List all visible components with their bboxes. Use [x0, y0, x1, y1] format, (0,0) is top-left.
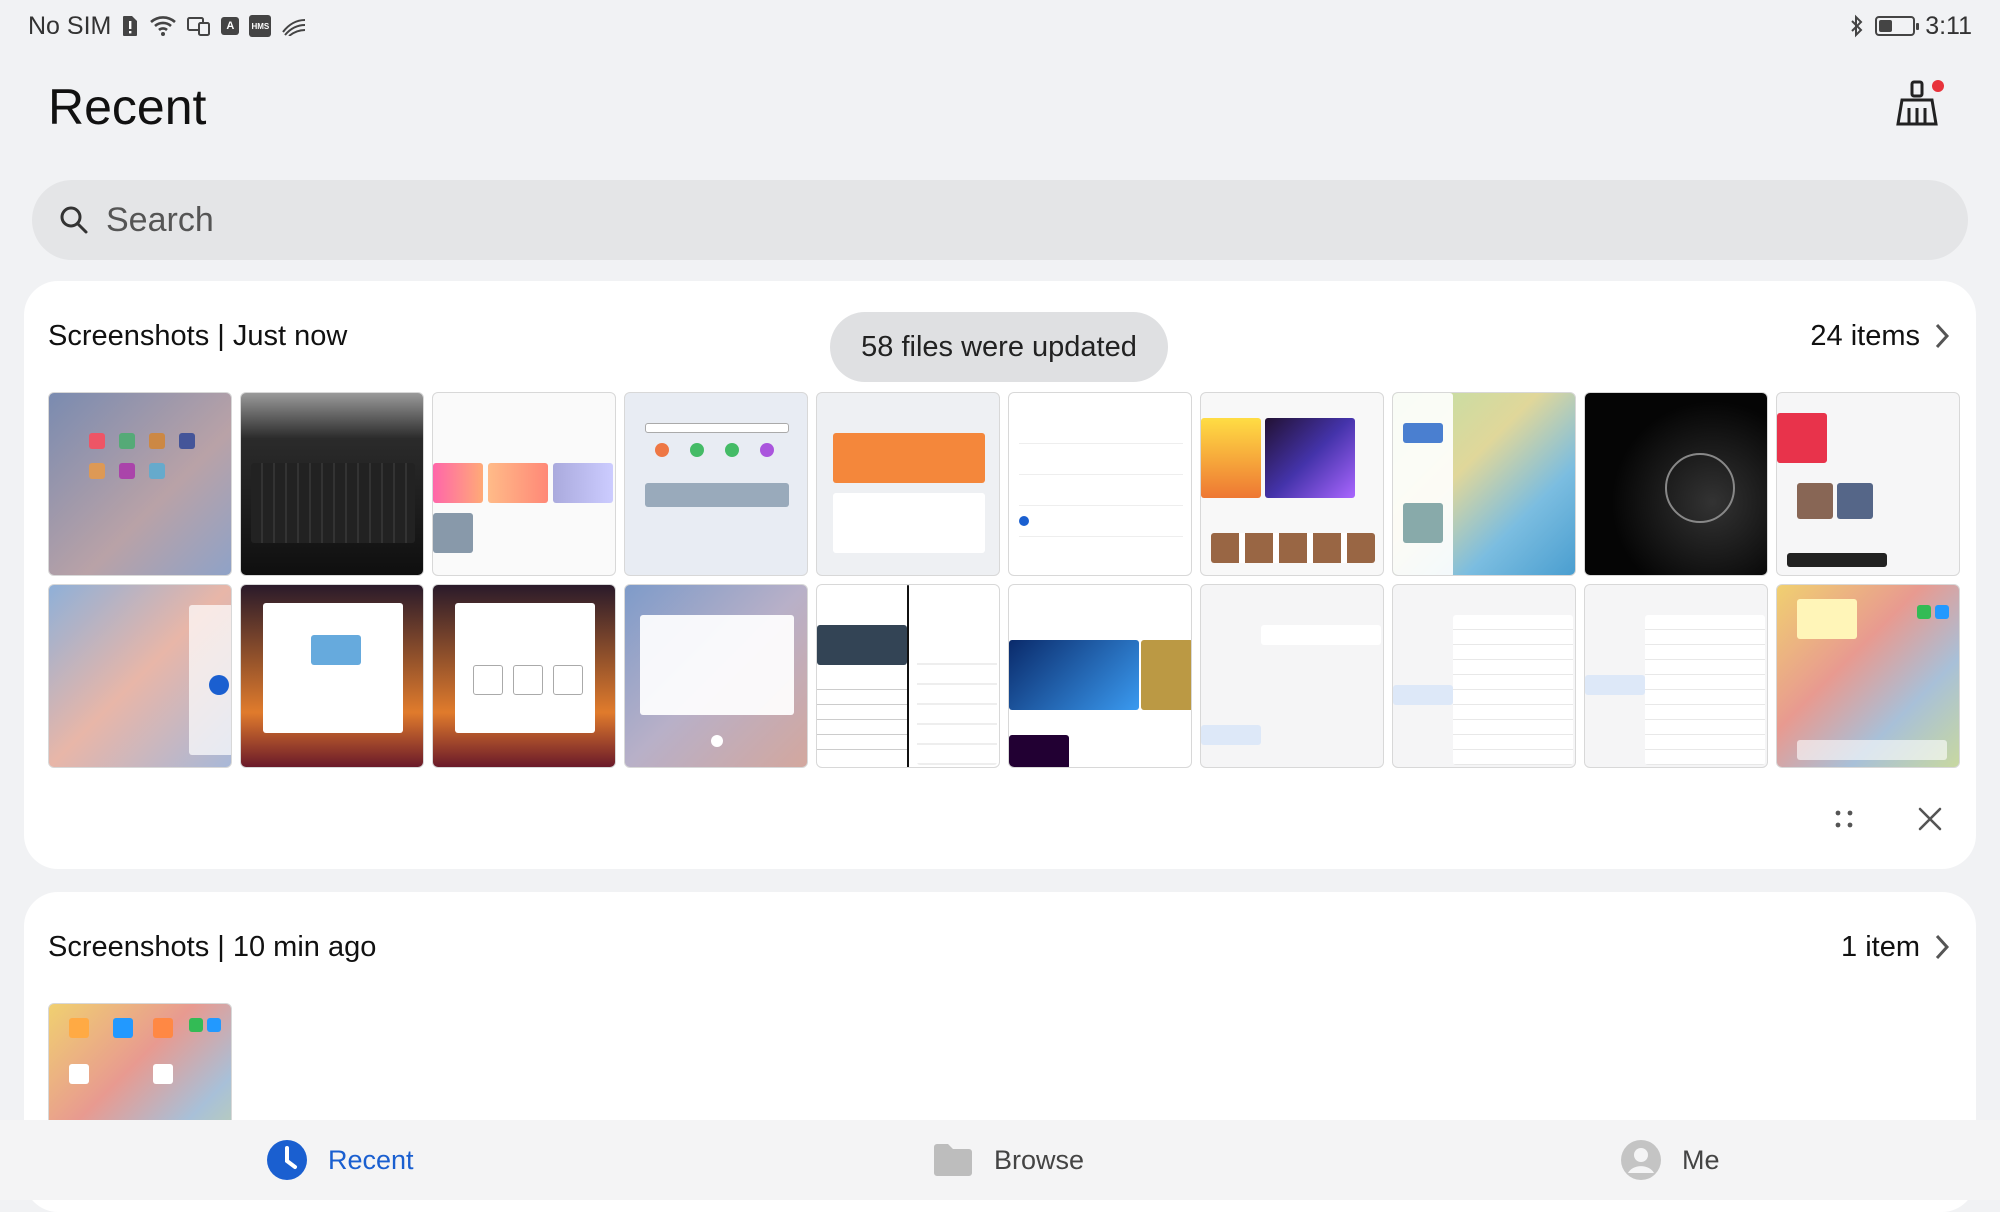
more-dots-icon — [1835, 810, 1853, 828]
thumbnail[interactable] — [432, 392, 616, 576]
folder-icon — [934, 1144, 972, 1176]
bottom-nav: Recent Browse Me — [0, 1120, 2000, 1200]
thumbnail[interactable] — [1392, 392, 1576, 576]
thumbnail[interactable] — [624, 584, 808, 768]
thumbnail[interactable] — [1008, 392, 1192, 576]
thumbnail[interactable] — [1776, 392, 1960, 576]
nav-me[interactable]: Me — [1620, 1139, 1720, 1181]
thumbnail[interactable] — [624, 392, 808, 576]
page-title: Recent — [48, 79, 207, 135]
group-count-link[interactable]: 24 items — [1810, 320, 1952, 353]
search-icon — [60, 206, 88, 234]
update-toast: 58 files were updated — [830, 312, 1168, 382]
chevron-right-icon — [1935, 323, 1950, 349]
carrier-label: No SIM — [28, 11, 112, 40]
avatar-icon — [1621, 1140, 1661, 1180]
thumbnail[interactable] — [1776, 584, 1960, 768]
more-button[interactable] — [1824, 799, 1864, 839]
group-count: 1 item — [1841, 930, 1920, 963]
thumbnail[interactable] — [1584, 392, 1768, 576]
status-left: No SIM A HMS — [28, 12, 307, 41]
group-title: Screenshots | Just now — [48, 319, 348, 352]
nav-browse[interactable]: Browse — [932, 1142, 1084, 1178]
thumbnail[interactable] — [240, 584, 424, 768]
sim-alert-icon — [121, 15, 139, 37]
thumbnail[interactable] — [1392, 584, 1576, 768]
thumbnail[interactable] — [48, 392, 232, 576]
status-bar: No SIM A HMS 3:11 — [0, 0, 2000, 52]
chevron-right-icon — [1935, 934, 1950, 960]
close-icon — [1918, 807, 1942, 831]
thumbnail[interactable] — [816, 392, 1000, 576]
clock-icon — [267, 1140, 307, 1180]
nav-label: Browse — [994, 1144, 1085, 1175]
thumbnail[interactable] — [816, 584, 1000, 768]
hms-icon: HMS — [249, 15, 272, 37]
thumbnail[interactable] — [240, 392, 424, 576]
nfc-icon — [281, 16, 307, 36]
search-bar[interactable] — [32, 180, 1968, 260]
battery-fill — [1879, 20, 1892, 32]
group-actions — [1824, 799, 1950, 839]
thumbnail-grid — [48, 392, 1960, 768]
search-input[interactable] — [106, 200, 1806, 240]
bluetooth-icon — [1849, 14, 1865, 38]
thumbnail[interactable] — [1200, 584, 1384, 768]
multi-screen-icon — [187, 15, 211, 37]
thumbnail[interactable] — [1584, 584, 1768, 768]
clock-label: 3:11 — [1925, 11, 1972, 40]
notification-dot — [1932, 80, 1944, 92]
group-title: Screenshots | 10 min ago — [48, 930, 377, 963]
nav-recent[interactable]: Recent — [266, 1139, 414, 1181]
thumbnail[interactable] — [432, 584, 616, 768]
thumbnail[interactable] — [1200, 392, 1384, 576]
nav-label: Recent — [328, 1144, 414, 1175]
group-count-link[interactable]: 1 item — [1841, 931, 1952, 964]
group-count: 24 items — [1810, 319, 1920, 352]
clean-button[interactable] — [1894, 78, 1944, 128]
dismiss-button[interactable] — [1910, 799, 1950, 839]
group-header[interactable]: Screenshots | 10 min ago 1 item — [48, 922, 1952, 972]
nav-label: Me — [1682, 1144, 1720, 1175]
status-right: 3:11 — [1849, 12, 1972, 41]
wifi-icon — [149, 15, 177, 37]
thumbnail[interactable] — [1008, 584, 1192, 768]
keyboard-app-icon: A — [221, 17, 240, 35]
battery-icon — [1875, 16, 1920, 36]
thumbnail[interactable] — [48, 584, 232, 768]
